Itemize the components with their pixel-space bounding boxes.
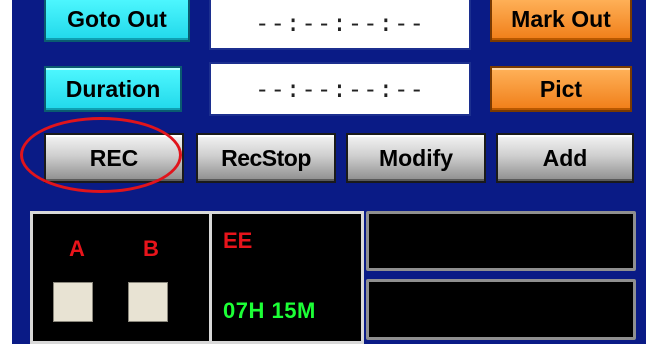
channel-b-label: B — [143, 236, 159, 261]
remaining-time: 07H 15M — [223, 298, 316, 323]
recstop-button[interactable]: RecStop — [196, 133, 336, 183]
mark-out-button[interactable]: Mark Out — [490, 0, 632, 42]
goto-out-timecode-field[interactable]: --:--:--:-- — [209, 0, 471, 50]
status-box: A B EE 07H 15M — [30, 211, 364, 344]
channel-a-label: A — [69, 236, 85, 261]
mode-indicator: EE — [223, 228, 253, 253]
duration-timecode-field[interactable]: --:--:--:-- — [209, 62, 471, 116]
recorder-control-panel: Goto Out --:--:--:-- Mark Out Duration -… — [0, 0, 648, 344]
rec-highlight-annotation — [20, 117, 182, 193]
channel-a-indicator[interactable] — [53, 282, 93, 322]
modify-button[interactable]: Modify — [346, 133, 486, 183]
goto-out-button[interactable]: Goto Out — [44, 0, 190, 42]
upper-display — [366, 211, 636, 271]
pict-button[interactable]: Pict — [490, 66, 632, 112]
duration-button[interactable]: Duration — [44, 66, 182, 112]
lower-display — [366, 279, 636, 340]
status-divider — [209, 214, 212, 344]
add-button[interactable]: Add — [496, 133, 634, 183]
channel-b-indicator[interactable] — [128, 282, 168, 322]
